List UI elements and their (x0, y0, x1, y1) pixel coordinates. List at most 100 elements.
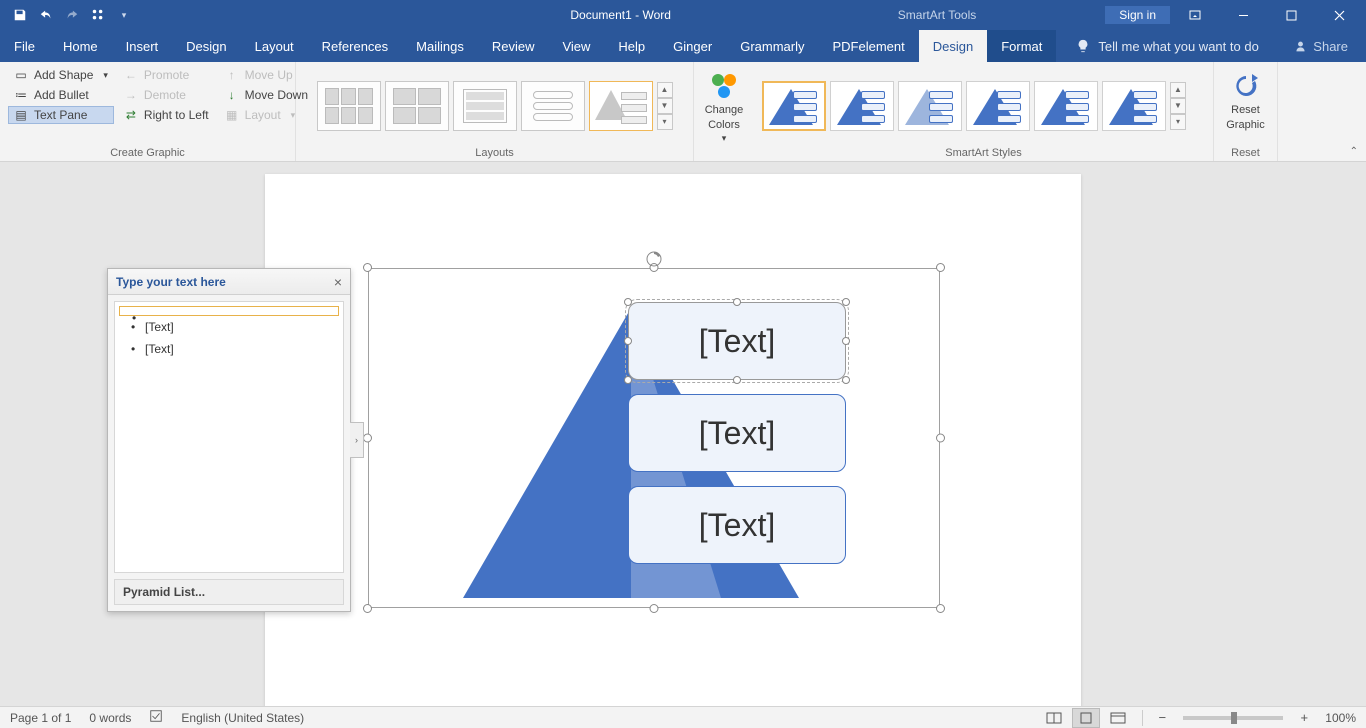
group-create-graphic: ▭Add Shape▾ ≔Add Bullet ▤Text Pane ←Prom… (0, 62, 296, 161)
ribbon-display-options-button[interactable] (1172, 0, 1218, 30)
tab-ginger[interactable]: Ginger (659, 30, 726, 62)
tb-handle[interactable] (624, 298, 632, 306)
tab-design[interactable]: Design (172, 30, 240, 62)
redo-button[interactable] (60, 3, 84, 27)
layouts-scroll-down[interactable]: ▼ (657, 98, 673, 114)
tb-handle[interactable] (624, 376, 632, 384)
smartart-text-box-2[interactable]: [Text] (628, 394, 846, 472)
collapse-ribbon-button[interactable]: ⌃ (1350, 146, 1358, 157)
style-option-4[interactable] (966, 81, 1030, 131)
styles-more-button[interactable]: ▾ (1170, 114, 1186, 130)
touch-mode-button[interactable] (86, 3, 110, 27)
resize-handle-nw[interactable] (363, 263, 372, 272)
document-area[interactable]: [Text] [Text] [Text] Type your text here… (0, 162, 1366, 706)
style-option-3[interactable] (898, 81, 962, 131)
smartart-text-box-1[interactable]: [Text] (628, 302, 846, 380)
tab-view[interactable]: View (548, 30, 604, 62)
status-bar: Page 1 of 1 0 words English (United Stat… (0, 706, 1366, 728)
style-option-1-selected[interactable] (762, 81, 826, 131)
zoom-out-button[interactable]: − (1153, 709, 1171, 727)
styles-scroll-up[interactable]: ▲ (1170, 82, 1186, 98)
web-layout-button[interactable] (1104, 708, 1132, 728)
layout-option-5-selected[interactable] (589, 81, 653, 131)
qat-customize-dropdown[interactable]: ▾ (112, 3, 136, 27)
text-pane-icon: ▤ (14, 108, 28, 122)
tb-handle[interactable] (842, 376, 850, 384)
tb-handle[interactable] (624, 337, 632, 345)
tb-handle[interactable] (842, 298, 850, 306)
resize-handle-s[interactable] (650, 604, 659, 613)
sign-in-button[interactable]: Sign in (1105, 6, 1170, 24)
tab-layout[interactable]: Layout (241, 30, 308, 62)
smartart-text-pane[interactable]: Type your text here × [Text] [Text] Pyra… (107, 268, 351, 612)
text-pane-collapse-tab[interactable]: › (350, 422, 364, 458)
zoom-percent[interactable]: 100% (1325, 711, 1356, 725)
smartart-container[interactable]: [Text] [Text] [Text] (368, 268, 940, 608)
layouts-more-button[interactable]: ▾ (657, 114, 673, 130)
style-option-6[interactable] (1102, 81, 1166, 131)
maximize-button[interactable] (1268, 0, 1314, 30)
resize-handle-ne[interactable] (936, 263, 945, 272)
tb-handle[interactable] (733, 376, 741, 384)
demote-button[interactable]: →Demote (118, 86, 215, 104)
layout-option-4[interactable] (521, 81, 585, 131)
tb-handle[interactable] (842, 337, 850, 345)
resize-handle-se[interactable] (936, 604, 945, 613)
tab-review[interactable]: Review (478, 30, 549, 62)
text-pane-toggle[interactable]: ▤Text Pane (8, 106, 114, 124)
read-mode-button[interactable] (1040, 708, 1068, 728)
promote-button[interactable]: ←Promote (118, 66, 215, 84)
print-layout-button[interactable] (1072, 708, 1100, 728)
style-option-2[interactable] (830, 81, 894, 131)
tab-insert[interactable]: Insert (112, 30, 173, 62)
minimize-button[interactable] (1220, 0, 1266, 30)
zoom-slider-thumb[interactable] (1231, 712, 1237, 724)
styles-scroll-down[interactable]: ▼ (1170, 98, 1186, 114)
share-button[interactable]: Share (1294, 30, 1366, 62)
text-pane-item-3[interactable]: [Text] (115, 338, 343, 360)
word-count[interactable]: 0 words (89, 711, 131, 725)
style-option-5[interactable] (1034, 81, 1098, 131)
text-pane-close-button[interactable]: × (334, 274, 342, 290)
right-to-left-button[interactable]: ⇄Right to Left (118, 106, 215, 124)
tab-references[interactable]: References (308, 30, 402, 62)
layout-option-1[interactable] (317, 81, 381, 131)
zoom-slider[interactable] (1183, 716, 1283, 720)
tab-pdfelement[interactable]: PDFelement (818, 30, 918, 62)
add-shape-button[interactable]: ▭Add Shape▾ (8, 66, 114, 84)
tb-handle[interactable] (733, 298, 741, 306)
tab-grammarly[interactable]: Grammarly (726, 30, 818, 62)
tab-home[interactable]: Home (49, 30, 112, 62)
text-pane-item-1[interactable] (119, 306, 339, 316)
page-indicator[interactable]: Page 1 of 1 (10, 711, 71, 725)
change-colors-icon (708, 70, 740, 102)
tab-smartart-format[interactable]: Format (987, 30, 1056, 62)
layout-option-2[interactable] (385, 81, 449, 131)
tell-me-search[interactable]: Tell me what you want to do (1056, 30, 1258, 62)
text-pane-item-2[interactable]: [Text] (115, 316, 343, 338)
add-bullet-button[interactable]: ≔Add Bullet (8, 86, 114, 104)
tab-help[interactable]: Help (604, 30, 659, 62)
smartart-text-box-3[interactable]: [Text] (628, 486, 846, 564)
tab-mailings[interactable]: Mailings (402, 30, 478, 62)
layouts-scroll-up[interactable]: ▲ (657, 82, 673, 98)
reset-graphic-button[interactable]: Reset Graphic (1222, 66, 1269, 136)
language-indicator[interactable]: English (United States) (181, 711, 304, 725)
rotate-handle[interactable] (645, 250, 663, 268)
document-name: Document1 (570, 8, 631, 22)
ribbon: ▭Add Shape▾ ≔Add Bullet ▤Text Pane ←Prom… (0, 62, 1366, 162)
resize-handle-e[interactable] (936, 434, 945, 443)
undo-button[interactable] (34, 3, 58, 27)
close-button[interactable] (1316, 0, 1362, 30)
change-colors-button[interactable]: Change Colors ▾ (702, 66, 746, 150)
layout-option-3[interactable] (453, 81, 517, 131)
tab-smartart-design[interactable]: Design (919, 30, 987, 62)
tab-file[interactable]: File (0, 30, 49, 62)
resize-handle-w[interactable] (363, 434, 372, 443)
zoom-in-button[interactable]: + (1295, 709, 1313, 727)
save-button[interactable] (8, 3, 32, 27)
text-pane-footer[interactable]: Pyramid List... (114, 579, 344, 605)
proofing-icon[interactable] (149, 709, 163, 726)
styles-gallery: ▲ ▼ ▾ (762, 81, 1186, 131)
resize-handle-sw[interactable] (363, 604, 372, 613)
